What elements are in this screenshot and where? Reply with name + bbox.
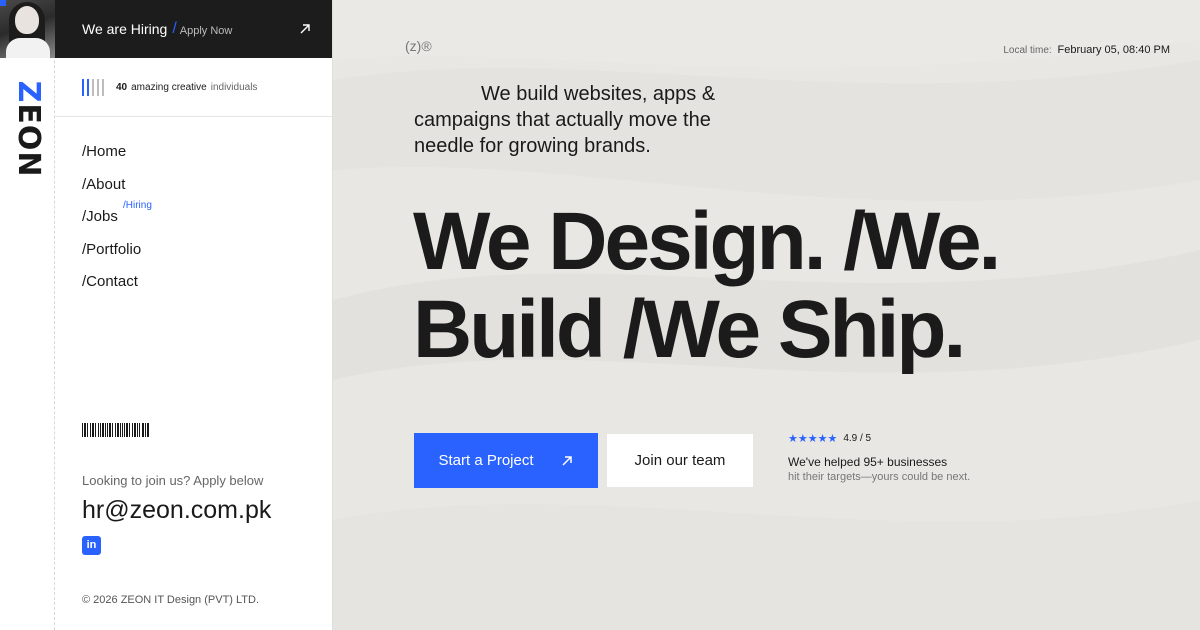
- headline: We Design. /We. Build /We Ship.: [413, 196, 1001, 375]
- team-bars-icon: [82, 78, 104, 96]
- start-project-button[interactable]: Start a Project: [414, 433, 598, 488]
- arrow-up-right-icon: [561, 455, 572, 466]
- join-team-label: Join our team: [634, 452, 726, 469]
- start-project-label: Start a Project: [438, 452, 534, 469]
- linkedin-icon[interactable]: in: [82, 536, 101, 555]
- sidebar: We are Hiring / Apply Now 40 amazing cre…: [55, 0, 333, 630]
- local-time-value: February 05, 08:40 PM: [1057, 44, 1170, 56]
- nav-item-home[interactable]: /Home: [82, 142, 141, 175]
- targets-text: hit their targets—yours could be next.: [788, 471, 971, 483]
- team-suffix: individuals: [210, 81, 258, 93]
- arrow-up-right-icon[interactable]: [298, 22, 312, 36]
- z-mark: (z)®: [405, 38, 432, 54]
- logo-text: EON: [11, 103, 46, 178]
- avatar[interactable]: [0, 0, 55, 58]
- star-rating-icon: ★★★★★: [788, 433, 838, 445]
- headline-line-2: Build /We Ship.: [413, 284, 966, 375]
- copyright: © 2026 ZEON IT Design (PVT) LTD.: [82, 594, 260, 606]
- nav-item-jobs[interactable]: /Jobs /Hiring: [82, 200, 152, 240]
- local-time: Local time: February 05, 08:40 PM: [1003, 44, 1170, 56]
- apply-now-link[interactable]: Apply Now: [180, 25, 233, 37]
- join-team-button[interactable]: Join our team: [607, 434, 753, 487]
- helped-text: We've helped 95+ businesses: [788, 455, 948, 469]
- hiring-banner[interactable]: We are Hiring / Apply Now: [55, 0, 332, 58]
- headline-line-1: We Design. /We.: [413, 196, 1001, 287]
- intro-text: We build websites, apps & campaigns that…: [414, 83, 716, 157]
- rating-block: ★★★★★ 4.9 / 5 We've helped 95+ businesse…: [788, 432, 970, 483]
- hiring-title: We are Hiring: [82, 21, 168, 37]
- logo-rail: ZEON: [0, 0, 55, 630]
- main-nav: /Home /About /Jobs /Hiring /Portfolio /C…: [82, 142, 152, 305]
- nav-item-contact[interactable]: /Contact: [82, 272, 141, 305]
- local-time-label: Local time:: [1003, 45, 1052, 56]
- team-number: 40: [116, 81, 128, 93]
- rating-value: 4.9 / 5: [843, 433, 872, 444]
- zeon-logo[interactable]: ZEON: [8, 72, 48, 186]
- hiring-badge: /Hiring: [123, 200, 152, 211]
- hiring-separator: /: [172, 20, 177, 37]
- nav-item-jobs-label: /Jobs: [82, 208, 118, 225]
- team-label: amazing creative: [131, 81, 207, 93]
- nav-item-portfolio[interactable]: /Portfolio: [82, 240, 141, 273]
- email-link[interactable]: hr@zeon.com.pk: [82, 496, 271, 525]
- join-label: Looking to join us? Apply below: [82, 473, 264, 488]
- hero: (z)® Local time: February 05, 08:40 PM W…: [333, 0, 1200, 630]
- team-count: 40 amazing creative individuals: [55, 58, 332, 117]
- barcode-icon: [82, 423, 149, 437]
